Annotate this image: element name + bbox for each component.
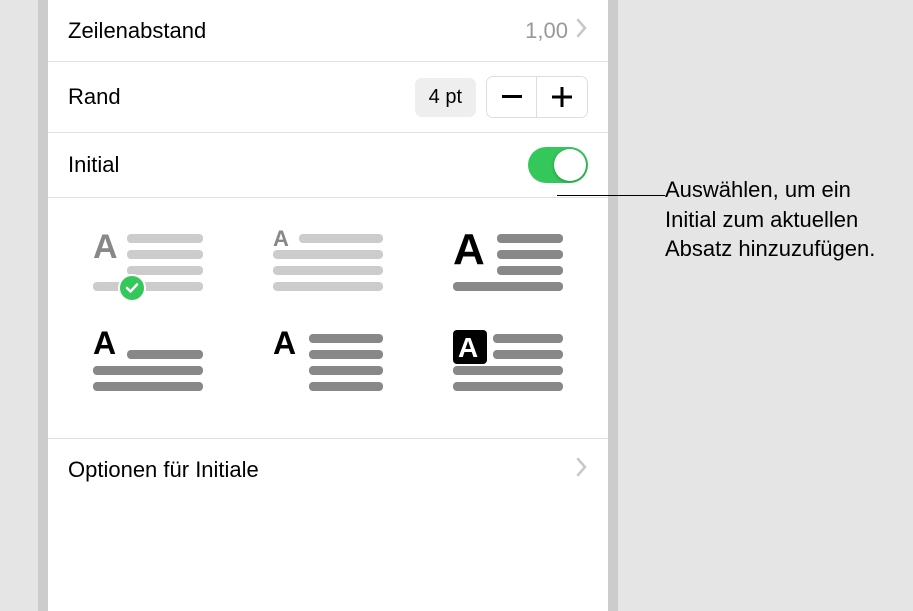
margin-value[interactable]: 4 pt: [415, 78, 476, 117]
line-spacing-row[interactable]: Zeilenabstand 1,00: [48, 0, 608, 62]
dropcap-styles-grid: A A: [48, 198, 608, 439]
svg-text:A: A: [458, 332, 478, 363]
margin-decrease-button[interactable]: [487, 77, 537, 117]
callout-leader-line: [557, 195, 665, 196]
margin-controls: 4 pt: [415, 76, 588, 118]
dropcap-style-2[interactable]: A: [258, 228, 398, 298]
svg-text:A: A: [453, 228, 485, 274]
panel-wrapper: Zeilenabstand 1,00 Rand 4 pt: [38, 0, 618, 611]
dropcap-style-5[interactable]: A: [258, 328, 398, 398]
dropcap-options-row[interactable]: Optionen für Initiale: [48, 439, 608, 501]
dropcap-style-1[interactable]: A: [78, 228, 218, 298]
dropcap-style-3[interactable]: A: [438, 228, 578, 298]
line-spacing-label: Zeilenabstand: [68, 18, 206, 44]
format-panel: Zeilenabstand 1,00 Rand 4 pt: [48, 0, 608, 611]
initial-row: Initial: [48, 133, 608, 198]
line-spacing-value-group: 1,00: [525, 18, 588, 44]
margin-row: Rand 4 pt: [48, 62, 608, 133]
check-icon: [118, 274, 146, 302]
dropcap-style-6[interactable]: A: [438, 328, 578, 398]
svg-text:A: A: [93, 328, 116, 361]
svg-text:A: A: [273, 328, 296, 361]
svg-text:A: A: [273, 228, 289, 251]
dropcap-style-4[interactable]: A: [78, 328, 218, 398]
chevron-right-icon: [576, 457, 588, 483]
chevron-right-icon: [576, 18, 588, 44]
initial-label: Initial: [68, 152, 119, 178]
margin-increase-button[interactable]: [537, 77, 587, 117]
toggle-knob: [554, 149, 586, 181]
callout-text: Auswählen, um ein Initial zum aktuellen …: [665, 175, 895, 264]
initial-toggle[interactable]: [528, 147, 588, 183]
line-spacing-value: 1,00: [525, 18, 568, 44]
svg-text:A: A: [93, 228, 118, 266]
margin-label: Rand: [68, 84, 121, 110]
plus-icon: [552, 87, 572, 107]
dropcap-options-label: Optionen für Initiale: [68, 457, 259, 483]
margin-stepper: [486, 76, 588, 118]
minus-icon: [502, 95, 522, 99]
